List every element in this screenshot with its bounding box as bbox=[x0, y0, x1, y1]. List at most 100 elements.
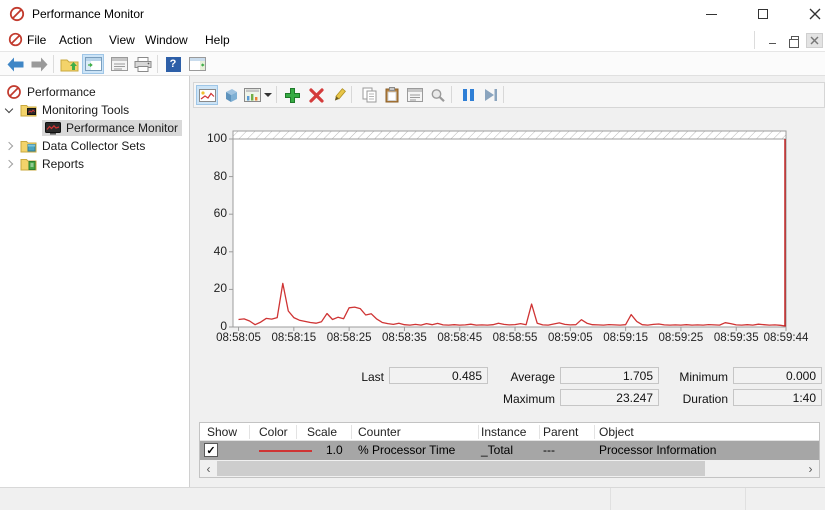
minimize-button[interactable] bbox=[688, 0, 734, 28]
print-button[interactable] bbox=[132, 54, 154, 74]
forward-button[interactable] bbox=[28, 54, 50, 74]
status-strip-divider bbox=[745, 488, 746, 510]
scroll-right-arrow[interactable]: › bbox=[802, 460, 819, 477]
back-button[interactable] bbox=[4, 54, 26, 74]
up-one-level-button[interactable] bbox=[58, 54, 80, 74]
maximize-button[interactable] bbox=[740, 0, 786, 28]
duration-label: Duration bbox=[682, 392, 728, 406]
paste-clipboard-icon bbox=[385, 87, 399, 103]
x-tick-label: 08:58:15 bbox=[271, 332, 317, 344]
performance-root-icon bbox=[6, 84, 22, 100]
legend-header-row: Show Color Scale Counter Instance Parent… bbox=[200, 423, 819, 441]
tree-item-label: Data Collector Sets bbox=[42, 139, 146, 153]
y-tick-label: 60 bbox=[213, 206, 227, 221]
monitoring-tools-icon bbox=[20, 103, 37, 117]
scrollbar-thumb[interactable] bbox=[217, 461, 705, 476]
column-divider bbox=[594, 425, 595, 439]
folder-up-icon bbox=[60, 59, 78, 72]
mdi-close-button[interactable] bbox=[806, 32, 823, 48]
y-tick-label: 0 bbox=[220, 319, 227, 333]
show-hide-action-pane-button[interactable] bbox=[186, 54, 208, 74]
menu-help[interactable]: Help bbox=[203, 33, 232, 47]
plot-area bbox=[232, 130, 787, 328]
tree-item-label: Performance Monitor bbox=[66, 121, 179, 135]
y-tick-label: 100 bbox=[206, 131, 227, 145]
tree-item-label: Performance bbox=[27, 85, 96, 99]
copy-properties-button[interactable] bbox=[358, 85, 380, 105]
chevron-right-icon[interactable] bbox=[4, 141, 14, 151]
column-header-object[interactable]: Object bbox=[599, 425, 634, 439]
properties-icon bbox=[407, 88, 423, 102]
step-forward-icon bbox=[485, 89, 497, 101]
properties-button[interactable] bbox=[404, 85, 426, 105]
tree-item-performance-monitor[interactable]: Performance Monitor bbox=[42, 119, 183, 137]
chart-toolbar bbox=[193, 82, 825, 108]
show-hide-console-tree-button[interactable] bbox=[82, 54, 104, 74]
chart-toolbar-separator bbox=[276, 86, 277, 103]
menu-file[interactable]: File bbox=[25, 33, 48, 47]
column-header-counter[interactable]: Counter bbox=[358, 425, 401, 439]
menu-view[interactable]: View bbox=[107, 33, 137, 47]
log-data-icon bbox=[226, 88, 237, 102]
column-header-parent[interactable]: Parent bbox=[543, 425, 578, 439]
view-log-data-button[interactable] bbox=[220, 85, 242, 105]
last-label: Last bbox=[361, 370, 384, 384]
chart-toolbar-separator bbox=[503, 86, 504, 103]
chevron-right-icon[interactable] bbox=[4, 159, 14, 169]
chart-toolbar-separator bbox=[451, 86, 452, 103]
change-graph-type-button[interactable] bbox=[243, 85, 273, 105]
counter-row[interactable]: ✓ 1.0 % Processor Time _Total --- Proces… bbox=[200, 441, 819, 460]
back-arrow-icon bbox=[7, 57, 23, 71]
legend-horizontal-scrollbar[interactable]: ‹ › bbox=[200, 460, 819, 477]
column-header-color[interactable]: Color bbox=[259, 425, 288, 439]
mdi-minimize-icon bbox=[769, 42, 776, 44]
minimum-label: Minimum bbox=[679, 370, 728, 384]
tree-item-performance[interactable]: Performance bbox=[6, 83, 96, 101]
mdi-window-controls bbox=[754, 31, 823, 49]
column-divider bbox=[539, 425, 540, 439]
menu-action[interactable]: Action bbox=[57, 33, 94, 47]
add-counter-button[interactable] bbox=[281, 85, 303, 105]
paste-counter-list-button[interactable] bbox=[381, 85, 403, 105]
x-tick-label: 08:58:45 bbox=[437, 332, 483, 344]
x-tick-label: 08:58:35 bbox=[382, 332, 427, 344]
column-divider bbox=[478, 425, 479, 439]
column-header-scale[interactable]: Scale bbox=[307, 425, 337, 439]
delete-counter-button[interactable] bbox=[305, 85, 327, 105]
main-toolbar: ? bbox=[0, 52, 825, 76]
menu-bar: File Action View Window Help bbox=[0, 28, 825, 52]
copy-icon bbox=[362, 87, 376, 103]
add-plus-icon bbox=[284, 87, 300, 103]
freeze-display-button[interactable] bbox=[457, 85, 479, 105]
mdi-minimize-button[interactable] bbox=[764, 33, 781, 48]
y-tick-label: 40 bbox=[213, 243, 227, 258]
tree-item-label: Monitoring Tools bbox=[42, 103, 130, 117]
tree-item-monitoring-tools[interactable]: Monitoring Tools bbox=[4, 101, 130, 119]
chevron-down-icon[interactable] bbox=[4, 104, 14, 113]
perfmon-menu-icon bbox=[8, 32, 23, 47]
duration-value: 1:40 bbox=[733, 389, 822, 406]
close-icon bbox=[809, 8, 821, 20]
view-current-activity-button[interactable] bbox=[196, 85, 218, 105]
printer-icon bbox=[134, 56, 152, 72]
scroll-left-arrow[interactable]: ‹ bbox=[200, 460, 217, 477]
close-button[interactable] bbox=[792, 0, 825, 28]
menu-window[interactable]: Window bbox=[143, 33, 190, 47]
tree-item-reports[interactable]: Reports bbox=[4, 155, 84, 173]
mdi-restore-button[interactable] bbox=[785, 33, 802, 48]
help-button[interactable]: ? bbox=[162, 54, 184, 74]
x-tick-label: 08:59:05 bbox=[547, 332, 593, 344]
column-divider bbox=[351, 425, 352, 439]
highlight-button[interactable] bbox=[328, 85, 350, 105]
performance-chart: 0 20 40 60 80 100 08:58:05 08:58:15 08:58:25 08:… bbox=[193, 108, 825, 360]
update-data-button[interactable] bbox=[480, 85, 502, 105]
mdi-separator bbox=[754, 31, 755, 49]
column-header-instance[interactable]: Instance bbox=[481, 425, 526, 439]
column-header-show[interactable]: Show bbox=[207, 425, 237, 439]
zoom-button[interactable] bbox=[427, 85, 449, 105]
tree-item-data-collector-sets[interactable]: Data Collector Sets bbox=[4, 137, 146, 155]
show-checkbox[interactable]: ✓ bbox=[204, 443, 218, 457]
x-tick-label: 08:59:25 bbox=[658, 332, 704, 344]
export-list-button[interactable] bbox=[108, 54, 130, 74]
console-tree-panel: Performance Monitoring Tools Performance… bbox=[0, 76, 190, 487]
